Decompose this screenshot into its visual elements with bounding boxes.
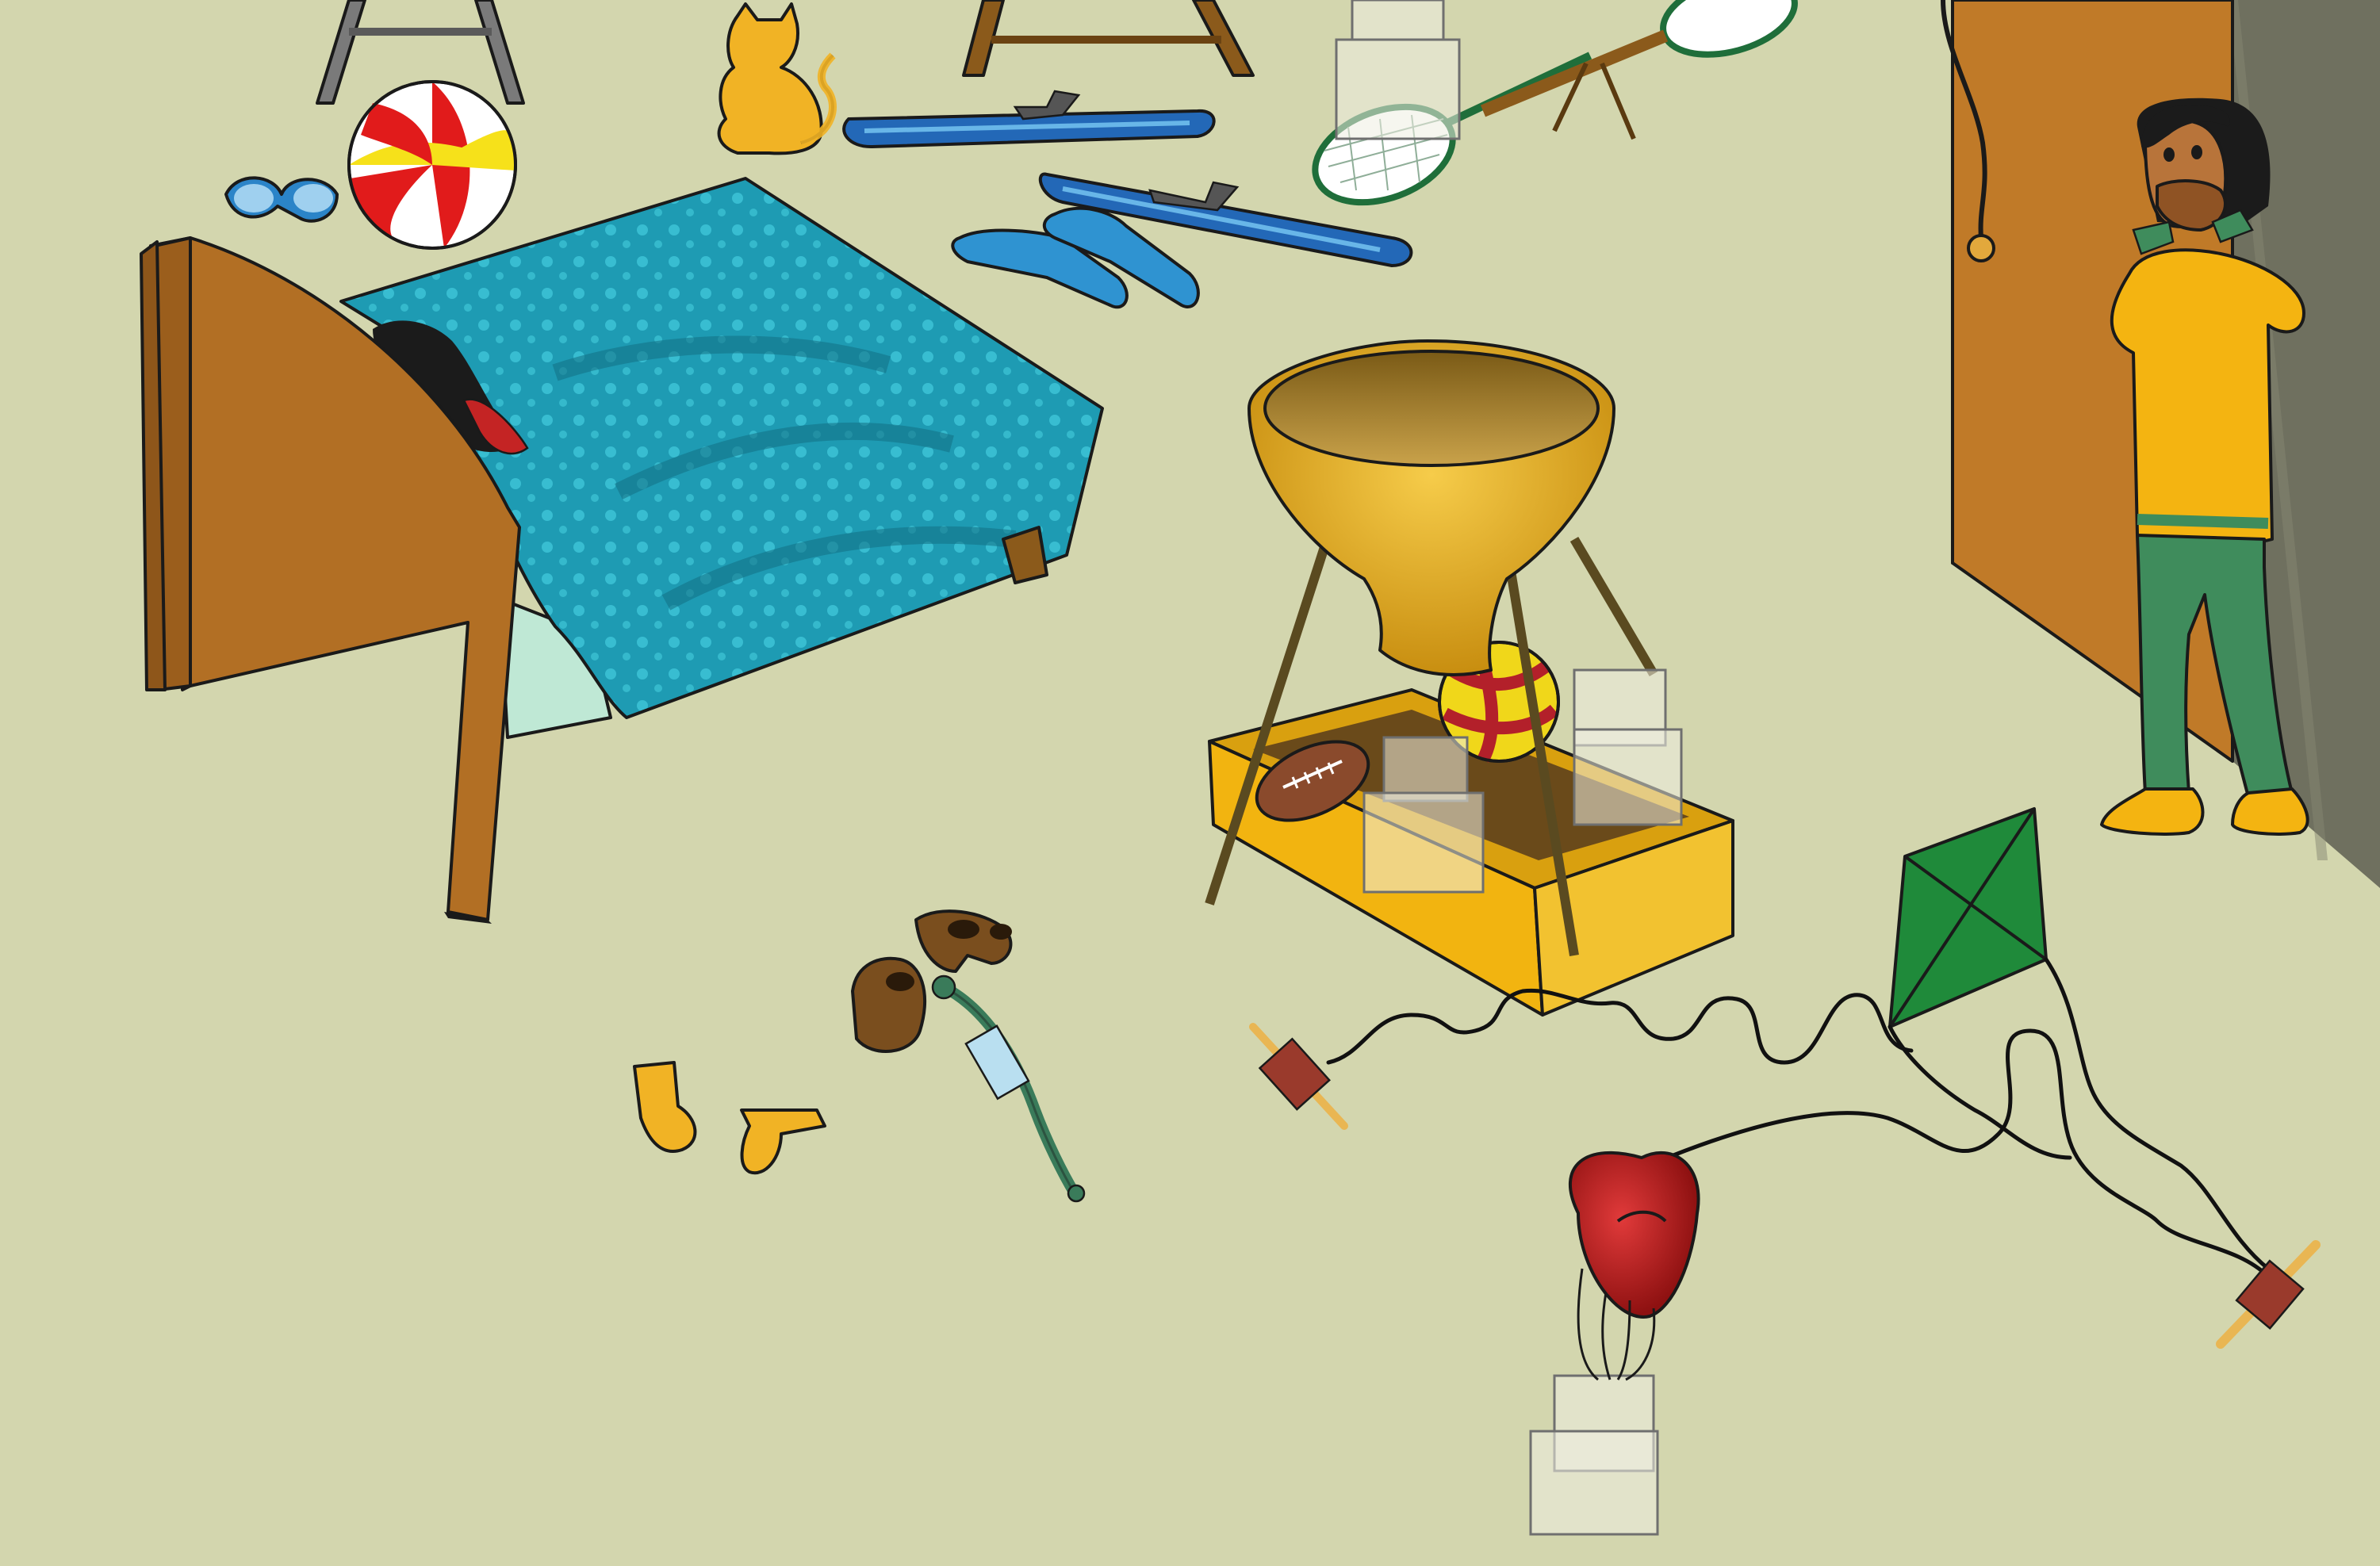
overlay-box[interactable] [1573, 728, 1683, 826]
beach-ball[interactable] [347, 80, 517, 250]
overlay-box[interactable] [1335, 38, 1461, 140]
door-knob-icon[interactable] [1967, 234, 1995, 262]
overlay-box[interactable] [1351, 0, 1445, 41]
bedroom-scene [0, 0, 2380, 1566]
overlay-box[interactable] [1362, 791, 1485, 894]
overlay-box[interactable] [1382, 736, 1469, 802]
overlay-box[interactable] [1529, 1430, 1659, 1536]
